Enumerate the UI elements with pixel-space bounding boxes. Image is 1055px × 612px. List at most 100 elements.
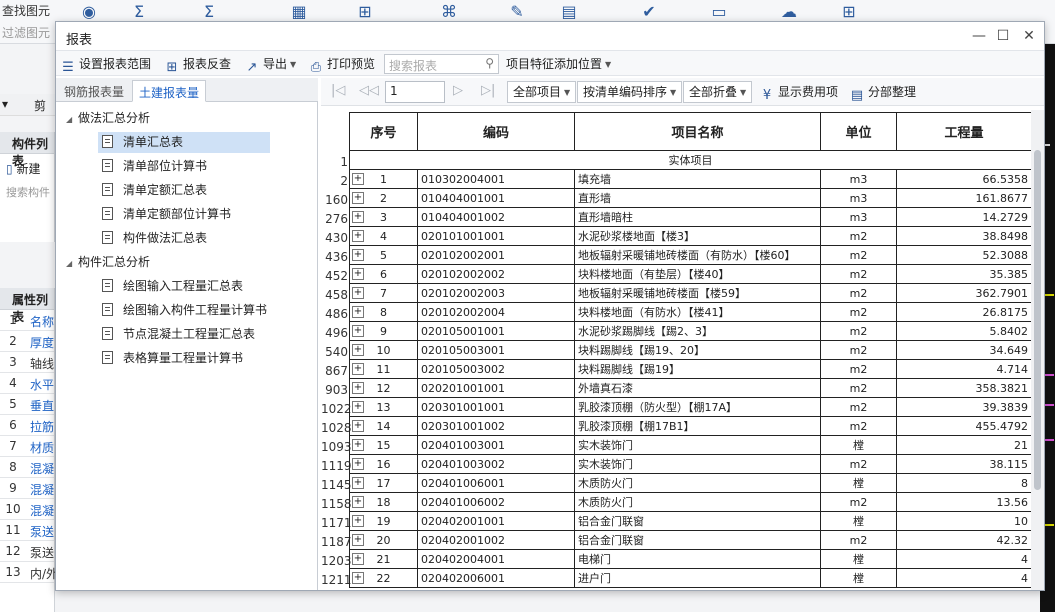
expand-plus-icon[interactable]: + xyxy=(352,439,364,451)
tree-item[interactable]: 清单部位计算书 xyxy=(98,156,213,177)
calculator-icon[interactable]: ▦ xyxy=(286,2,312,21)
property-row[interactable]: 6 拉筋 xyxy=(0,415,54,436)
vertical-scrollbar[interactable] xyxy=(1031,110,1044,590)
grid-icon[interactable]: ⊞ xyxy=(836,2,862,21)
collapse-triangle-icon[interactable]: ◢ xyxy=(66,110,78,130)
expand-plus-icon[interactable]: + xyxy=(352,211,364,223)
maximize-button[interactable]: ☐ xyxy=(992,26,1014,46)
expand-plus-icon[interactable]: + xyxy=(352,496,364,508)
sum-icon[interactable]: Σ xyxy=(126,2,152,21)
property-row[interactable]: 2 厚度 xyxy=(0,331,54,352)
expand-plus-icon[interactable]: + xyxy=(352,534,364,546)
expand-plus-icon[interactable]: + xyxy=(352,192,364,204)
tree-item[interactable]: 绘图输入构件工程量计算书 xyxy=(98,300,273,321)
search-report-input[interactable]: 搜索报表 ⚲ xyxy=(384,54,499,74)
tab-civil-report[interactable]: 土建报表量 xyxy=(132,80,207,102)
table-icon[interactable]: ⊞ xyxy=(352,2,378,21)
table-row[interactable]: +13 020301001001 乳胶漆顶棚（防火型）【棚17A】 m2 39.3839 xyxy=(349,397,1031,417)
show-fee-items-button[interactable]: ¥ 显示费用项 xyxy=(759,82,838,103)
print-preview-button[interactable]: ⎙ 打印预览 xyxy=(308,54,375,75)
table-row[interactable]: +16 020401003002 实木装饰门 m2 38.115 xyxy=(349,454,1031,474)
collapse-dropdown[interactable]: 全部折叠 ▼ xyxy=(683,81,753,103)
expand-plus-icon[interactable]: + xyxy=(352,325,364,337)
prev-page-icon[interactable]: ◁◁ xyxy=(359,83,379,98)
property-row[interactable]: 1 名称 xyxy=(0,310,54,331)
table-row[interactable]: +12 020201001001 外墙真石漆 m2 358.3821 xyxy=(349,378,1031,398)
expand-plus-icon[interactable]: + xyxy=(352,287,364,299)
tab-rebar-report[interactable]: 钢筋报表量 xyxy=(58,80,130,102)
tree-group-component-summary[interactable]: ◢ 构件汇总分析 xyxy=(66,252,150,272)
tree-item[interactable]: 清单汇总表 xyxy=(98,132,270,153)
item-filter-dropdown[interactable]: 全部项目 ▼ xyxy=(507,81,577,103)
table-row[interactable]: +8 020102002004 块料楼地面（有防水）【楼41】 m2 26.8175 xyxy=(349,302,1031,322)
section-arrange-button[interactable]: ▤ 分部整理 xyxy=(849,82,916,103)
expand-plus-icon[interactable]: + xyxy=(352,572,364,584)
cloud-download-icon[interactable]: ☁ xyxy=(776,2,802,21)
property-row[interactable]: 13 内/外 xyxy=(0,562,58,583)
search-icon[interactable]: ⚲ xyxy=(485,56,494,70)
expand-plus-icon[interactable]: + xyxy=(352,173,364,185)
table-row[interactable]: +7 020102002003 地板辐射采暖铺地砖楼面【楼59】 m2 362.7901 xyxy=(349,283,1031,303)
property-row[interactable]: 7 材质 xyxy=(0,436,54,457)
sum-icon[interactable]: Σ xyxy=(196,2,222,21)
table-row[interactable]: +21 020402004001 电梯门樘 4 xyxy=(349,549,1031,569)
property-row[interactable]: 11 泵送 xyxy=(0,520,54,541)
expand-plus-icon[interactable]: + xyxy=(352,249,364,261)
dropdown-arrow-icon[interactable]: ▾ xyxy=(2,97,8,111)
scrollbar-thumb[interactable] xyxy=(1034,150,1041,490)
tree-icon[interactable]: ⌘ xyxy=(436,2,462,21)
property-row[interactable]: 10 混凝 xyxy=(0,499,54,520)
feature-position-dropdown[interactable]: 项目特征添加位置 ▼ xyxy=(506,54,611,74)
expand-plus-icon[interactable]: + xyxy=(352,363,364,375)
property-row[interactable]: 9 混凝 xyxy=(0,478,54,499)
tree-item[interactable]: 清单定额部位计算书 xyxy=(98,204,237,225)
close-button[interactable]: ✕ xyxy=(1018,26,1040,46)
expand-plus-icon[interactable]: + xyxy=(352,515,364,527)
table-row[interactable]: +22 020402006001 进户门樘 4 xyxy=(349,568,1031,588)
table-row[interactable]: +3 010404001002 直形墙暗柱 m3 14.2729 xyxy=(349,207,1031,227)
property-row[interactable]: 8 混凝 xyxy=(0,457,54,478)
table-row[interactable]: +19 020402001001 铝合金门联窗樘 10 xyxy=(349,511,1031,531)
expand-plus-icon[interactable]: + xyxy=(352,553,364,565)
property-row[interactable]: 5 垂直 xyxy=(0,394,54,415)
expand-plus-icon[interactable]: + xyxy=(352,382,364,394)
tree-group-method-summary[interactable]: ◢ 做法汇总分析 xyxy=(66,108,150,128)
table-row[interactable]: +5 020102002001 地板辐射采暖铺地砖楼面（有防水）【楼60】 m2 52.… xyxy=(349,245,1031,265)
table-row[interactable]: +20 020402001002 铝合金门联窗 m2 42.32 xyxy=(349,530,1031,550)
expand-plus-icon[interactable]: + xyxy=(352,344,364,356)
expand-plus-icon[interactable]: + xyxy=(352,401,364,413)
expand-plus-icon[interactable]: + xyxy=(352,420,364,432)
document-icon[interactable]: ▭ xyxy=(706,2,732,21)
table-row[interactable]: +2 010404001001 直形墙 m3 161.8677 xyxy=(349,188,1031,208)
last-page-icon[interactable]: ▷| xyxy=(481,83,495,98)
property-row[interactable]: 3 轴线 xyxy=(0,352,54,373)
tree-item[interactable]: 绘图输入工程量汇总表 xyxy=(98,276,249,297)
table-row[interactable]: +6 020102002002 块料楼地面（有垫层）【楼40】 m2 35.385 xyxy=(349,264,1031,284)
check-icon[interactable]: ✔ xyxy=(636,2,662,21)
cut-label[interactable]: 剪 xyxy=(34,97,46,114)
table-row[interactable]: +10 020105003001 块料踢脚线【踢19、20】 m2 34.649 xyxy=(349,340,1031,360)
tree-item[interactable]: 清单定额汇总表 xyxy=(98,180,213,201)
table-row[interactable]: +14 020301001002 乳胶漆顶棚【棚17B1】 m2 455.4792 xyxy=(349,416,1031,436)
ribbon-icon[interactable]: ◉ xyxy=(76,2,102,21)
export-button[interactable]: ↗ 导出 ▼ xyxy=(244,54,297,75)
search-component-input[interactable]: 搜索构件 xyxy=(6,184,50,200)
film-icon[interactable]: ▤ xyxy=(556,2,582,21)
report-reverse-check-button[interactable]: ⊞ 报表反查 xyxy=(164,54,231,75)
expand-plus-icon[interactable]: + xyxy=(352,230,364,242)
property-row[interactable]: 4 水平 xyxy=(0,373,54,394)
table-row[interactable]: +11 020105003002 块料踢脚线【踢19】 m2 4.714 xyxy=(349,359,1031,379)
set-report-range-button[interactable]: ☰ 设置报表范围 xyxy=(60,54,151,75)
page-number-input[interactable]: 1 xyxy=(385,81,445,103)
filter-element-button[interactable]: 过滤图元 xyxy=(2,24,50,41)
expand-plus-icon[interactable]: + xyxy=(352,458,364,470)
tree-item[interactable]: 构件做法汇总表 xyxy=(98,228,213,249)
table-row[interactable]: +9 020105001001 水泥砂浆踢脚线【踢2、3】 m2 5.8402 xyxy=(349,321,1031,341)
find-element-button[interactable]: 查找图元 xyxy=(2,2,50,19)
table-row[interactable]: +15 020401003001 实木装饰门樘 21 xyxy=(349,435,1031,455)
collapse-triangle-icon[interactable]: ◢ xyxy=(66,254,78,274)
table-row[interactable]: +1 010302004001 填充墙 m3 66.5358 xyxy=(349,169,1031,189)
property-row[interactable]: 12 泵送 xyxy=(0,541,54,562)
expand-plus-icon[interactable]: + xyxy=(352,477,364,489)
table-row[interactable]: +4 020101001001 水泥砂浆楼地面【楼3】 m2 38.8498 xyxy=(349,226,1031,246)
